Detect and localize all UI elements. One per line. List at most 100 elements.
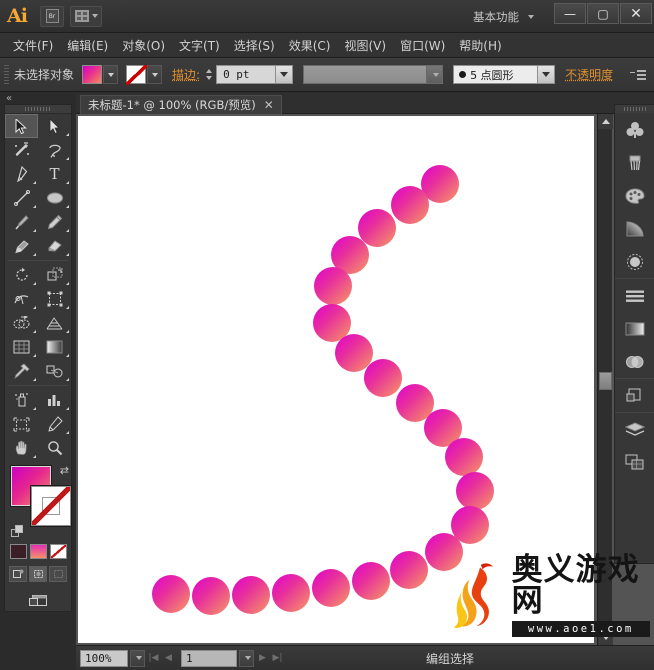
blend-tool[interactable]	[38, 359, 71, 383]
pencil-tool[interactable]	[38, 210, 71, 234]
artwork-bead[interactable]	[425, 533, 463, 571]
stepper-down-icon[interactable]	[205, 75, 214, 82]
workspace-switcher[interactable]: 基本功能	[473, 7, 534, 26]
fill-swatch[interactable]	[82, 65, 103, 84]
ellipse-tool[interactable]	[38, 186, 71, 210]
next-artboard-button[interactable]: ▶	[256, 650, 269, 667]
gradient-button[interactable]	[29, 544, 47, 559]
minimize-button[interactable]: —	[554, 3, 586, 24]
mesh-tool[interactable]	[5, 335, 38, 359]
eraser-tool[interactable]	[38, 234, 71, 258]
menu-view[interactable]: 视图(V)	[337, 34, 393, 57]
hand-tool[interactable]	[5, 436, 38, 460]
fill-swatch-dropdown[interactable]	[103, 65, 119, 84]
pathfinder-panel-button[interactable]	[615, 379, 654, 412]
gradient-tool[interactable]	[38, 335, 71, 359]
menu-help[interactable]: 帮助(H)	[452, 34, 508, 57]
lasso-tool[interactable]	[38, 138, 71, 162]
dock-grip[interactable]	[615, 105, 654, 113]
artboard[interactable]	[78, 116, 594, 643]
default-fill-stroke-icon[interactable]	[11, 525, 24, 538]
swap-fill-stroke-icon[interactable]: ⇄	[60, 464, 69, 477]
column-graph-tool[interactable]	[38, 388, 71, 412]
symbols-panel-button[interactable]	[615, 113, 654, 146]
brush-definition-dropdown[interactable]	[538, 65, 556, 84]
artwork-bead[interactable]	[456, 472, 494, 510]
stroke-color-swatch[interactable]	[31, 486, 71, 526]
none-button[interactable]	[49, 544, 67, 559]
line-segment-tool[interactable]	[5, 186, 38, 210]
stroke-weight-input[interactable]: 0 pt	[216, 65, 277, 84]
stroke-swatch[interactable]	[126, 65, 148, 85]
vertical-scrollbar[interactable]	[597, 114, 613, 645]
collapse-panel-icon[interactable]: «	[6, 93, 12, 104]
artwork-bead[interactable]	[364, 359, 402, 397]
draw-inside-button[interactable]	[49, 566, 67, 582]
symbol-sprayer-tool[interactable]	[5, 388, 38, 412]
draw-normal-button[interactable]	[9, 566, 27, 582]
status-text[interactable]: 编组选择	[426, 650, 474, 667]
perspective-grid-tool[interactable]	[38, 311, 71, 335]
tools-panel-grip[interactable]	[5, 105, 71, 114]
selection-tool[interactable]	[5, 114, 38, 138]
menu-file[interactable]: 文件(F)	[6, 34, 60, 57]
menu-window[interactable]: 窗口(W)	[393, 34, 452, 57]
change-screen-mode-button[interactable]	[26, 592, 50, 610]
artwork-bead[interactable]	[391, 186, 429, 224]
layers-panel-button[interactable]	[615, 413, 654, 446]
previous-artboard-button[interactable]: ◀	[162, 650, 175, 667]
first-artboard-button[interactable]: |◀	[147, 650, 160, 667]
artboard-number-input[interactable]: 1	[181, 649, 237, 667]
artwork-bead[interactable]	[232, 576, 270, 614]
blob-brush-tool[interactable]	[5, 234, 38, 258]
eyedropper-tool[interactable]	[5, 359, 38, 383]
direct-selection-tool[interactable]	[38, 114, 71, 138]
zoom-level-dropdown[interactable]	[130, 649, 145, 667]
artwork-bead[interactable]	[390, 551, 428, 589]
transparency-panel-button[interactable]	[615, 245, 654, 278]
artwork-bead[interactable]	[445, 438, 483, 476]
brushes-panel-button[interactable]	[615, 146, 654, 179]
artboards-panel-button[interactable]	[615, 446, 654, 479]
stepper-up-icon[interactable]	[205, 68, 214, 75]
zoom-level-input[interactable]: 100%	[80, 649, 128, 667]
type-tool[interactable]: T	[38, 162, 71, 186]
paintbrush-tool[interactable]	[5, 210, 38, 234]
draw-behind-button[interactable]	[29, 566, 47, 582]
artboard-tool[interactable]	[5, 412, 38, 436]
scroll-down-button[interactable]	[598, 630, 613, 645]
gradient-bar-panel-button[interactable]	[615, 312, 654, 345]
artwork-bead[interactable]	[192, 577, 230, 615]
artwork-bead[interactable]	[152, 575, 190, 613]
stroke-weight-link[interactable]: 描边:	[172, 66, 200, 83]
transparency-overlap-panel-button[interactable]	[615, 345, 654, 378]
pen-tool[interactable]	[5, 162, 38, 186]
artboard-number-dropdown[interactable]	[239, 649, 254, 667]
stroke-swatch-dropdown[interactable]	[147, 65, 163, 84]
artwork-bead[interactable]	[272, 574, 310, 612]
close-button[interactable]: ✕	[620, 3, 652, 24]
close-icon[interactable]: ✕	[264, 98, 274, 112]
stroke-profile-select[interactable]	[303, 65, 444, 84]
menu-edit[interactable]: 编辑(E)	[60, 34, 115, 57]
document-tab[interactable]: 未标题-1* @ 100% (RGB/预览) ✕	[80, 95, 282, 114]
menu-select[interactable]: 选择(S)	[227, 34, 282, 57]
rotate-tool[interactable]	[5, 263, 38, 287]
opacity-link[interactable]: 不透明度	[565, 66, 613, 83]
magic-wand-tool[interactable]	[5, 138, 38, 162]
scrollbar-thumb[interactable]	[599, 372, 612, 390]
scroll-up-button[interactable]	[598, 114, 613, 129]
brush-definition-select[interactable]: 5 点圆形	[453, 65, 539, 84]
maximize-button[interactable]: ▢	[587, 3, 619, 24]
gradient-panel-button[interactable]	[615, 212, 654, 245]
menu-object[interactable]: 对象(O)	[115, 34, 172, 57]
free-transform-tool[interactable]	[38, 287, 71, 311]
swatches-panel-button[interactable]	[615, 179, 654, 212]
arrange-documents-button[interactable]	[70, 5, 102, 27]
menu-type[interactable]: 文字(T)	[172, 34, 227, 57]
menu-effect[interactable]: 效果(C)	[282, 34, 338, 57]
scale-tool[interactable]	[38, 263, 71, 287]
control-bar-grip[interactable]	[4, 64, 9, 85]
color-button[interactable]	[9, 544, 27, 559]
go-to-bridge-button[interactable]: Br	[40, 5, 64, 27]
